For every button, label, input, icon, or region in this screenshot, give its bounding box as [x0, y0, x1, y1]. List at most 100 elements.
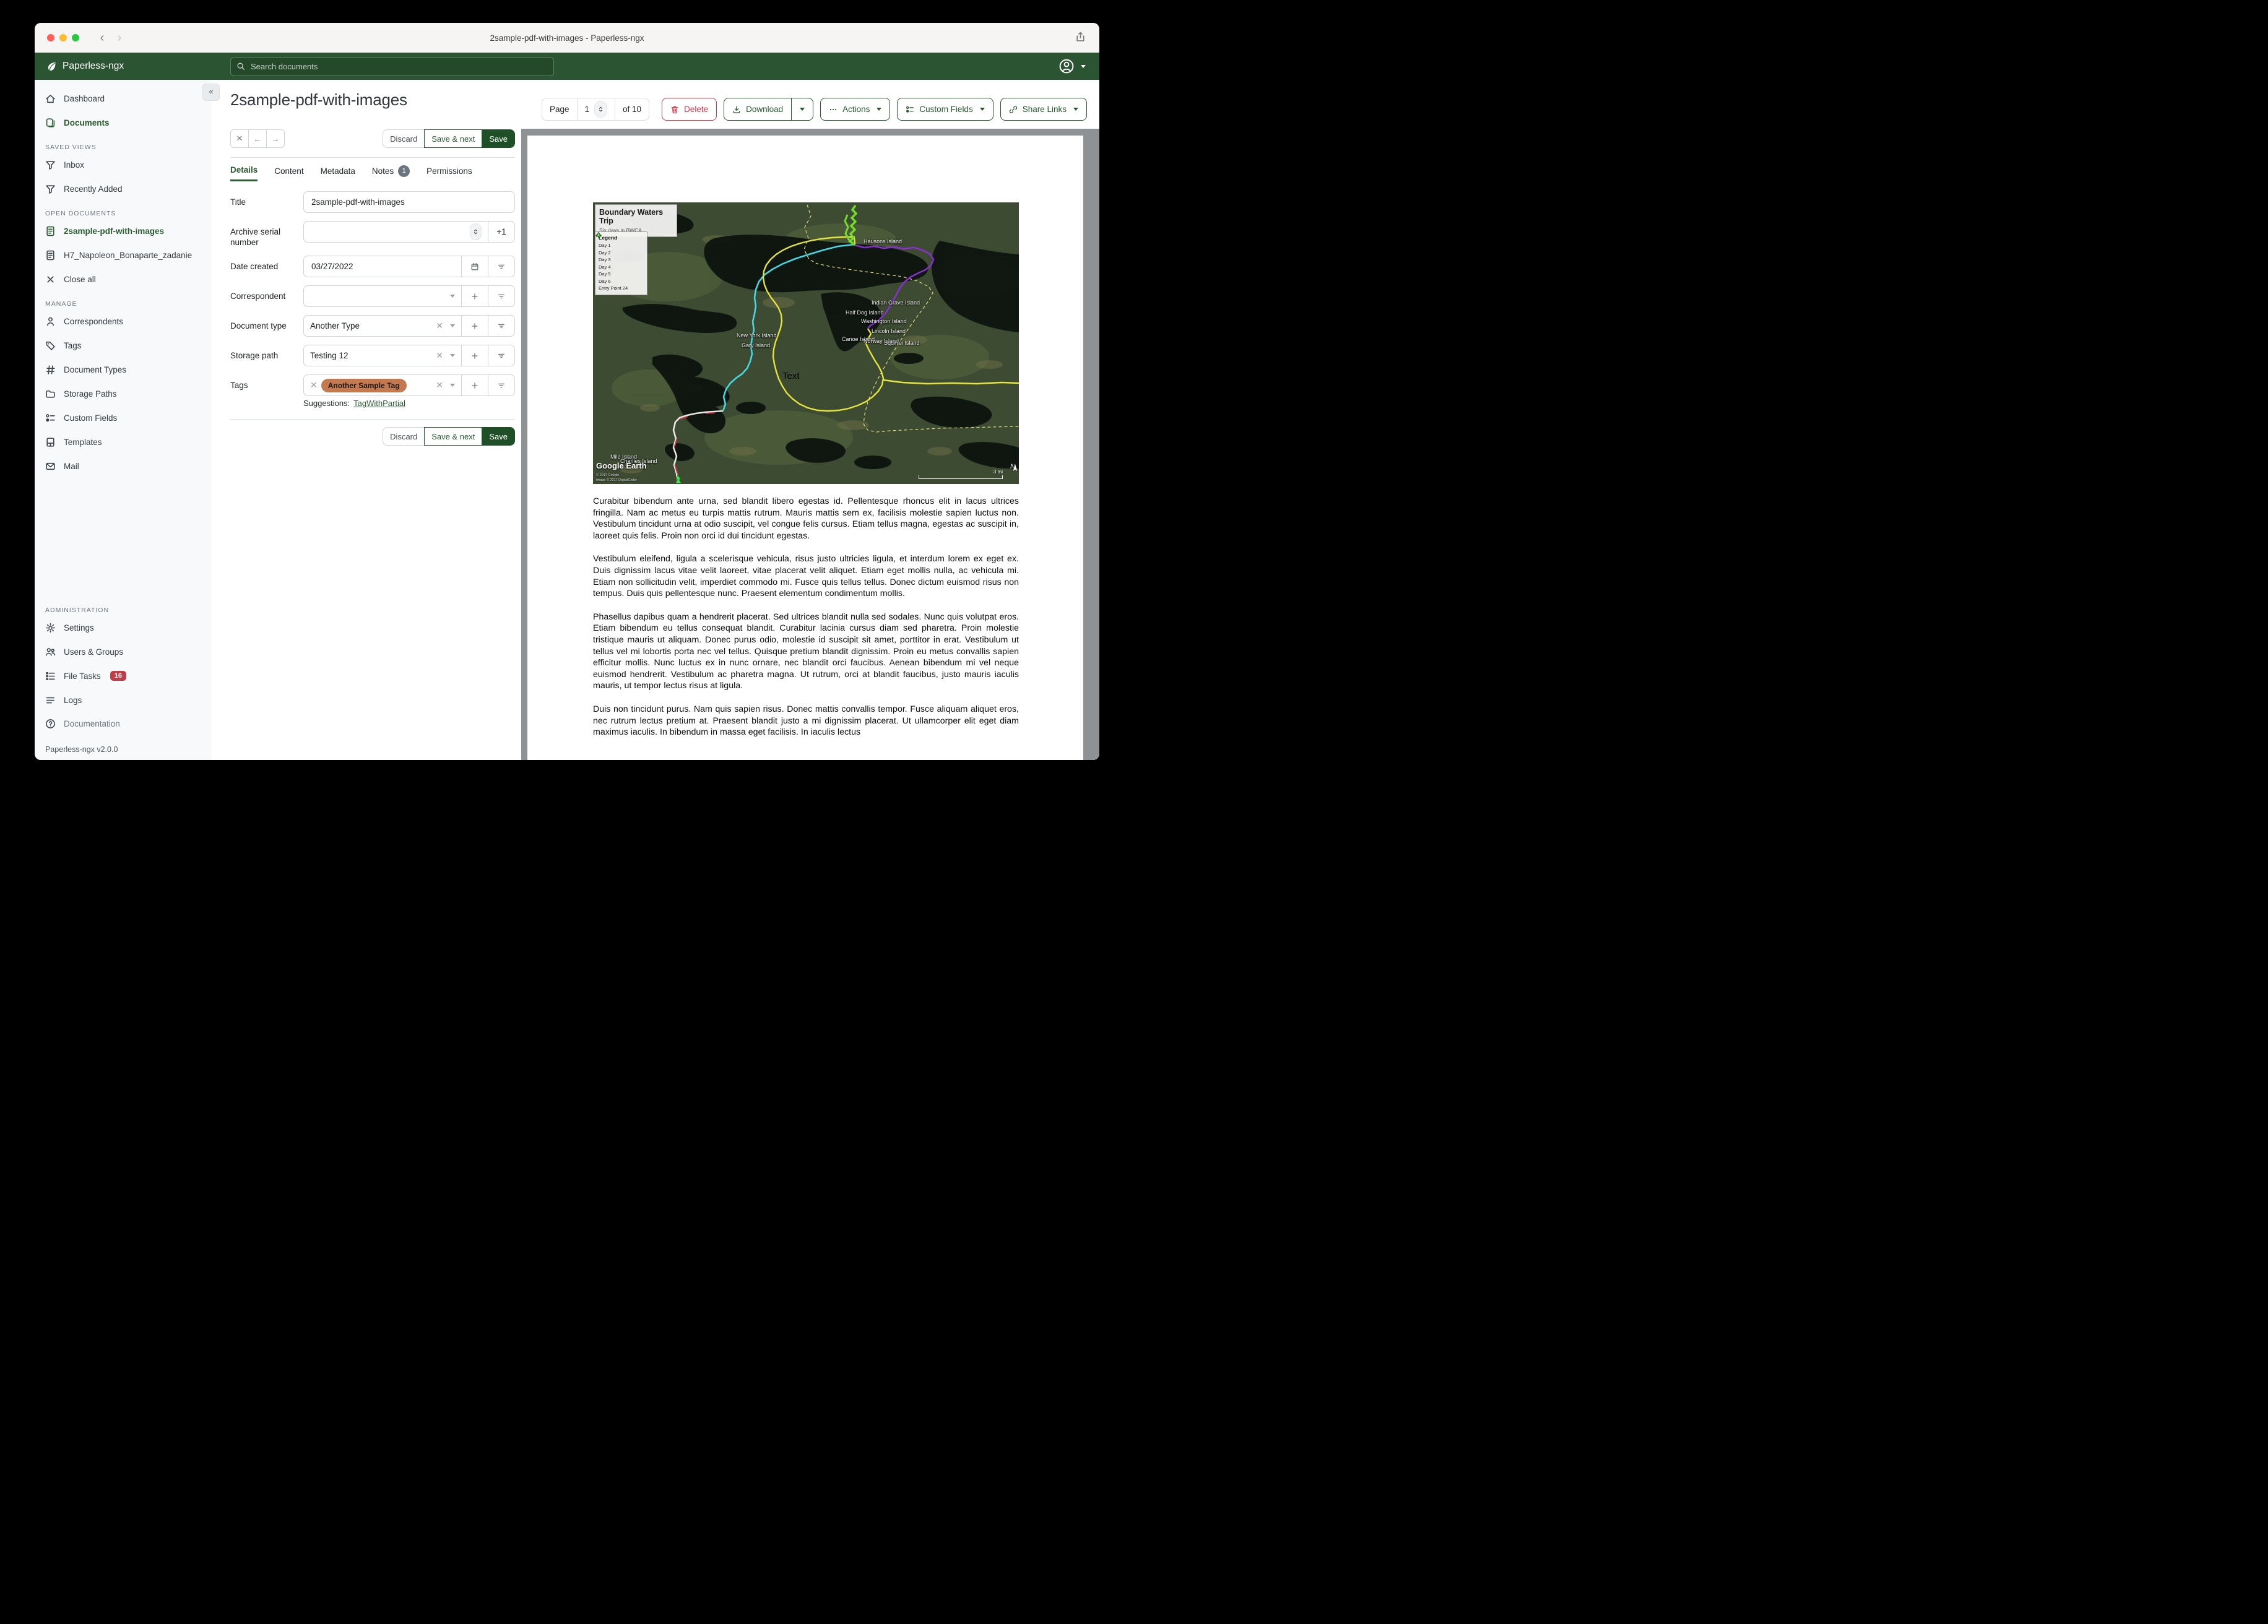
storage-add-button[interactable] — [461, 345, 488, 366]
previous-document-button[interactable]: ← — [248, 129, 267, 148]
sidebar-item-logs[interactable]: Logs — [35, 690, 212, 710]
page-number-value[interactable]: 1 — [585, 105, 590, 114]
correspondent-select[interactable] — [303, 285, 462, 307]
correspondent-add-button[interactable] — [461, 285, 488, 307]
browser-forward-button[interactable]: › — [115, 31, 124, 45]
pdf-preview-pane[interactable]: Boundary Waters Trip Six days in BWCA Le… — [521, 129, 1099, 760]
save-button[interactable]: Save — [482, 129, 515, 148]
home-icon — [46, 94, 55, 103]
date-created-input[interactable] — [310, 261, 455, 272]
delete-button[interactable]: Delete — [662, 98, 717, 121]
traffic-light-minimize[interactable] — [59, 34, 67, 41]
custom-fields-button[interactable]: Custom Fields — [897, 98, 993, 121]
next-document-button[interactable]: → — [266, 129, 285, 148]
suggestion-link[interactable]: TagWithPartial — [353, 399, 405, 408]
filter-lines-icon — [498, 264, 505, 269]
plus-icon — [472, 352, 478, 359]
template-icon — [46, 437, 54, 447]
asn-input[interactable] — [303, 221, 488, 243]
tab-label: Permissions — [426, 166, 472, 176]
correspondent-field-label: Correspondent — [230, 292, 286, 301]
share-icon[interactable] — [1075, 32, 1086, 42]
brand[interactable]: Paperless-ngx — [46, 61, 124, 72]
share-links-button[interactable]: Share Links — [1000, 98, 1087, 121]
download-options-button[interactable] — [791, 98, 814, 121]
tab-metadata[interactable]: Metadata — [321, 166, 355, 181]
page-stepper[interactable] — [594, 101, 608, 118]
storage-select[interactable]: Testing 12 ✕ — [303, 345, 462, 366]
doctype-select[interactable]: Another Type ✕ — [303, 315, 462, 337]
close-document-button[interactable]: ✕ — [230, 129, 249, 148]
browser-back-button[interactable]: ‹ — [98, 31, 106, 45]
discard-button-bottom[interactable]: Discard — [383, 427, 425, 446]
field-row-document-type: Document type Another Type ✕ — [230, 315, 515, 337]
sidebar-item-recently-added[interactable]: Recently Added — [35, 179, 212, 199]
sidebar-item-label: Custom Fields — [64, 413, 118, 423]
sidebar-item-templates[interactable]: Templates — [35, 432, 212, 452]
sidebar-item-close-all[interactable]: Close all — [35, 269, 212, 289]
custom-fields-icon — [46, 413, 55, 421]
tags-select[interactable]: ✕ Another Sample Tag ✕ — [303, 374, 462, 396]
tab-content[interactable]: Content — [274, 166, 303, 181]
page-total: of 10 — [615, 98, 649, 120]
title-field-label: Title — [230, 197, 246, 207]
sidebar-item-label: File Tasks — [64, 671, 101, 681]
save-button-bottom[interactable]: Save — [482, 427, 515, 446]
sidebar-section-saved-views: SAVED VIEWS — [45, 144, 97, 151]
sidebar-item-documentation[interactable]: Documentation — [35, 714, 212, 733]
sidebar-item-mail[interactable]: Mail — [35, 456, 212, 476]
sidebar-item-open-doc-2[interactable]: H7_Napoleon_Bonaparte_zadanie — [35, 245, 212, 265]
tab-permissions[interactable]: Permissions — [426, 166, 472, 181]
tab-notes[interactable]: Notes 1 — [372, 165, 410, 182]
date-filter-button[interactable] — [488, 256, 515, 277]
download-button[interactable]: Download — [724, 98, 792, 121]
title-input[interactable] — [310, 197, 508, 207]
clear-icon[interactable]: ✕ — [436, 380, 443, 391]
clear-icon[interactable]: ✕ — [436, 321, 443, 331]
sidebar-item-documents[interactable]: Documents — [35, 113, 212, 132]
sidebar-item-tags[interactable]: Tags — [35, 335, 212, 355]
sidebar-item-label: Document Types — [64, 365, 127, 374]
save-next-button-bottom[interactable]: Save & next — [424, 427, 483, 446]
sidebar-item-inbox[interactable]: Inbox — [35, 155, 212, 175]
discard-button[interactable]: Discard — [383, 129, 425, 148]
asn-plus-one-button[interactable]: +1 — [488, 221, 515, 243]
sidebar-item-storage-paths[interactable]: Storage Paths — [35, 384, 212, 404]
doctype-filter-button[interactable] — [488, 315, 515, 337]
tag-chip[interactable]: Another Sample Tag — [321, 378, 407, 392]
sidebar-collapse-button[interactable]: « — [202, 84, 220, 101]
tags-add-button[interactable] — [461, 374, 488, 396]
hash-icon — [46, 365, 55, 374]
asn-input-inner[interactable] — [310, 227, 470, 237]
sidebar-item-users-groups[interactable]: Users & Groups — [35, 642, 212, 662]
save-next-button[interactable]: Save & next — [424, 129, 483, 148]
sidebar-item-label: Settings — [64, 623, 94, 633]
legend-title: Legend — [599, 235, 618, 241]
doctype-add-button[interactable] — [461, 315, 488, 337]
actions-button[interactable]: Actions — [820, 98, 891, 121]
legend-item: Day 5 — [595, 232, 644, 277]
sidebar-item-dashboard[interactable]: Dashboard — [35, 89, 212, 108]
asn-stepper[interactable] — [469, 223, 482, 240]
sidebar-item-label: Correspondents — [64, 316, 124, 326]
sidebar-item-settings[interactable]: Settings — [35, 618, 212, 637]
storage-filter-button[interactable] — [488, 345, 515, 366]
sidebar-item-file-tasks[interactable]: File Tasks 16 — [35, 666, 212, 686]
traffic-light-zoom[interactable] — [72, 34, 79, 41]
sidebar-item-correspondents[interactable]: Correspondents — [35, 311, 212, 331]
sidebar-item-document-types[interactable]: Document Types — [35, 360, 212, 379]
traffic-light-close[interactable] — [47, 34, 54, 41]
remove-tag-icon[interactable]: ✕ — [310, 380, 318, 391]
search-input[interactable] — [249, 61, 548, 72]
correspondent-filter-button[interactable] — [488, 285, 515, 307]
tags-field-label: Tags — [230, 381, 248, 390]
calendar-button[interactable] — [461, 256, 488, 277]
sidebar-item-custom-fields[interactable]: Custom Fields — [35, 408, 212, 428]
user-menu[interactable] — [1058, 58, 1086, 74]
clear-icon[interactable]: ✕ — [436, 350, 443, 361]
tags-filter-button[interactable] — [488, 374, 515, 396]
sidebar-item-open-doc-1[interactable]: 2sample-pdf-with-images — [35, 221, 212, 241]
filter-lines-icon — [498, 324, 505, 328]
tab-details[interactable]: Details — [230, 165, 258, 181]
chevron-down-icon — [1073, 108, 1078, 111]
